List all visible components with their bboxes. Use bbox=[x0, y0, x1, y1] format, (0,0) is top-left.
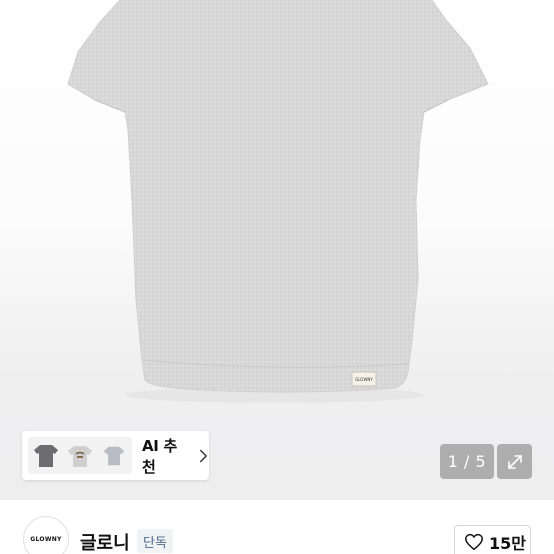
ai-recommend-chip[interactable]: AI 추천 bbox=[22, 431, 209, 480]
heart-icon bbox=[465, 533, 483, 551]
graphic-tshirt-thumb bbox=[64, 440, 96, 472]
brand-logo[interactable]: GLOWNY bbox=[23, 516, 69, 554]
gallery-page-counter: 1 / 5 bbox=[440, 444, 494, 479]
light-grey-tshirt-thumb bbox=[98, 440, 130, 472]
brand-logo-text: GLOWNY bbox=[30, 535, 62, 543]
tshirt-image: GLOWNY bbox=[67, 0, 489, 403]
expand-button[interactable] bbox=[497, 444, 532, 479]
label-tag: GLOWNY bbox=[355, 377, 373, 382]
product-image-area[interactable]: GLOWNY bbox=[0, 0, 554, 500]
brand-name[interactable]: 글로니 bbox=[80, 529, 130, 554]
expand-icon bbox=[507, 454, 522, 469]
like-count: 15만 bbox=[489, 534, 526, 553]
brand-row: GLOWNY 글로니 단독 15만 bbox=[0, 500, 554, 554]
ai-recommend-label: AI 추천 bbox=[142, 436, 178, 476]
like-button[interactable]: 15만 bbox=[454, 525, 531, 554]
dark-grey-tshirt-thumb bbox=[30, 440, 62, 472]
chevron-right-icon bbox=[200, 449, 208, 462]
exclusive-badge: 단독 bbox=[137, 529, 173, 553]
ai-recommend-thumbnails bbox=[28, 437, 132, 474]
